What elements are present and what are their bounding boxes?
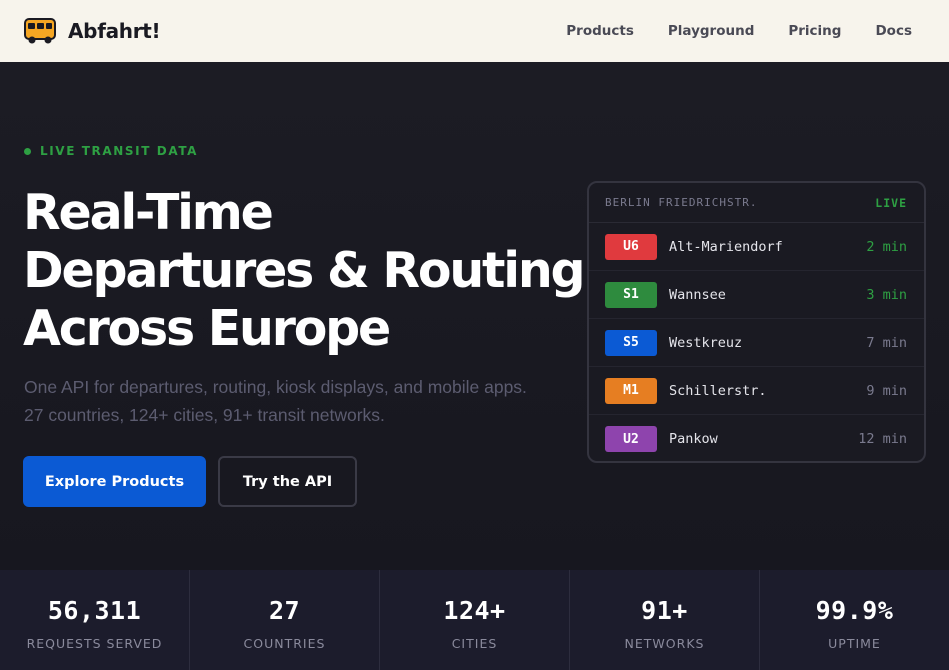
departure-board: BERLIN FRIEDRICHSTR. LIVE U6 Alt-Mariend… — [587, 181, 926, 463]
nav-pricing[interactable]: Pricing — [788, 23, 841, 39]
stat-value: 27 — [268, 596, 301, 625]
headline-line-1: Real-Time — [23, 184, 274, 241]
departure-row: S1 Wannsee 3 min — [589, 271, 924, 319]
live-badge: LIVE TRANSIT DATA — [24, 144, 198, 158]
live-status: LIVE — [875, 195, 907, 210]
stat-value: 91+ — [641, 596, 688, 625]
stat-uptime: 99.9% UPTIME — [760, 570, 949, 670]
eta: 9 min — [866, 382, 907, 399]
stat-requests: 56,311 REQUESTS SERVED — [0, 570, 190, 670]
main-nav: Products Playground Pricing Docs — [532, 0, 912, 62]
departure-row: M1 Schillerstr. 9 min — [589, 367, 924, 415]
headline-line-2: Departures & Routing — [23, 242, 586, 299]
eta: 12 min — [858, 431, 907, 447]
line-badge: S1 — [605, 281, 657, 308]
try-api-button[interactable]: Try the API — [218, 456, 357, 507]
stat-label: UPTIME — [828, 636, 881, 651]
stat-value: 124+ — [443, 596, 506, 625]
destination: Schillerstr. — [669, 382, 767, 399]
brand-name: Abfahrt! — [68, 19, 161, 43]
board-header: BERLIN FRIEDRICHSTR. LIVE — [589, 183, 924, 223]
nav-docs[interactable]: Docs — [875, 23, 912, 39]
destination: Alt-Mariendorf — [669, 238, 783, 255]
eta: 3 min — [866, 286, 907, 303]
line-badge: U2 — [605, 426, 657, 452]
stats-bar: 56,311 REQUESTS SERVED 27 COUNTRIES 124+… — [0, 570, 949, 670]
explore-products-button[interactable]: Explore Products — [23, 456, 206, 507]
nav-playground[interactable]: Playground — [668, 23, 755, 39]
destination: Wannsee — [669, 286, 726, 303]
headline-line-3: Across Europe — [23, 300, 391, 357]
destination: Pankow — [669, 431, 718, 447]
live-dot-icon — [24, 147, 31, 155]
departure-row: U6 Alt-Mariendorf 2 min — [589, 223, 924, 271]
station-name: BERLIN FRIEDRICHSTR. — [605, 196, 758, 209]
eta: 2 min — [866, 238, 907, 255]
stat-cities: 124+ CITIES — [380, 570, 570, 670]
stat-networks: 91+ NETWORKS — [570, 570, 760, 670]
stat-label: COUNTRIES — [243, 636, 326, 651]
stat-value: 56,311 — [47, 596, 142, 625]
live-badge-label: LIVE TRANSIT DATA — [40, 144, 199, 158]
stat-value: 99.9% — [815, 596, 894, 625]
stat-label: REQUESTS SERVED — [26, 636, 163, 651]
line-badge: U6 — [605, 233, 657, 260]
stat-label: NETWORKS — [624, 636, 705, 651]
departure-row: S5 Westkreuz 7 min — [589, 319, 924, 367]
departure-row: U2 Pankow 12 min — [589, 415, 924, 461]
destination: Westkreuz — [669, 334, 743, 351]
nav-products[interactable]: Products — [566, 23, 634, 39]
line-badge: S5 — [605, 329, 657, 356]
bus-icon — [24, 18, 56, 44]
eta: 7 min — [866, 334, 907, 351]
stat-countries: 27 COUNTRIES — [190, 570, 380, 670]
brand-logo[interactable]: Abfahrt! — [24, 17, 161, 45]
site-header: Abfahrt! Products Playground Pricing Doc… — [0, 0, 949, 62]
hero-subtitle: One API for departures, routing, kiosk d… — [24, 377, 527, 425]
hero-headline: Real-Time Departures & Routing Across Eu… — [23, 184, 586, 358]
line-badge: M1 — [605, 377, 657, 404]
stat-label: CITIES — [451, 636, 498, 651]
